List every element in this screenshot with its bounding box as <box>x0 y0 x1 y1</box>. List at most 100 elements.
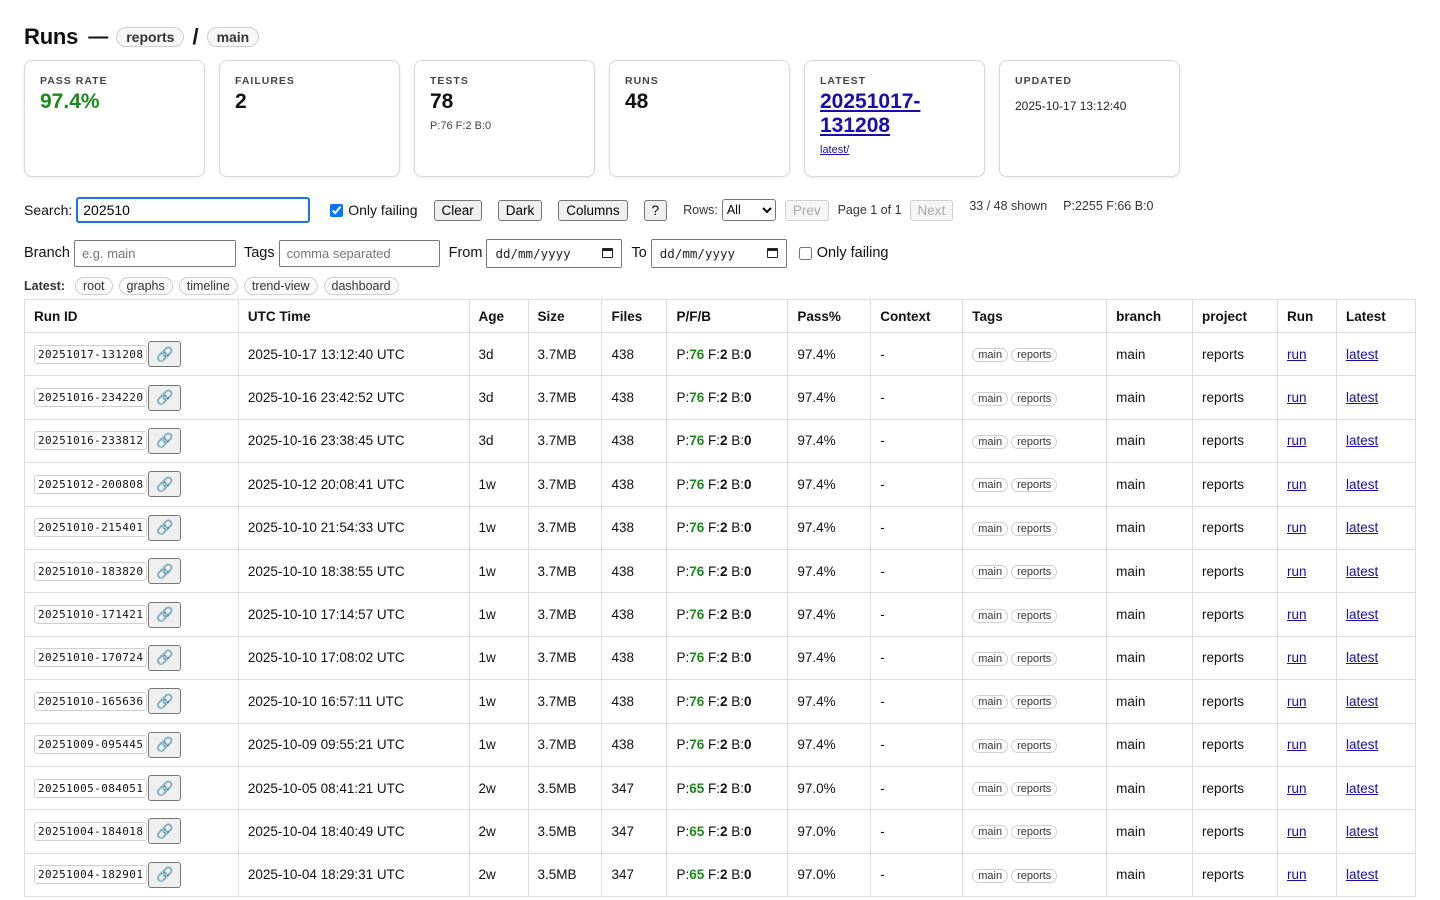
latest-link[interactable]: latest <box>1346 650 1378 665</box>
tag-chip[interactable]: main <box>972 565 1009 580</box>
link-icon[interactable]: 🔗 <box>148 427 182 454</box>
latest-link[interactable]: latest <box>1346 347 1378 362</box>
latest-link[interactable]: latest <box>1346 564 1378 579</box>
only-failing-checkbox[interactable] <box>330 203 344 217</box>
column-header[interactable]: branch <box>1106 299 1194 333</box>
table-row[interactable]: 20251016-234220 🔗 2025-10-16 23:42:52 UTC 3… <box>24 375 1417 420</box>
column-header[interactable]: Tags <box>962 299 1108 333</box>
run-link[interactable]: run <box>1287 433 1307 448</box>
link-icon[interactable]: 🔗 <box>148 818 182 845</box>
tag-chip[interactable]: reports <box>1011 391 1058 406</box>
only-failing-filter-checkbox[interactable] <box>798 246 812 260</box>
latest-link-graphs[interactable]: graphs <box>118 277 173 295</box>
latest-link-timeline[interactable]: timeline <box>178 277 238 295</box>
tag-chip[interactable]: main <box>972 434 1009 449</box>
tag-chip[interactable]: reports <box>1011 782 1058 797</box>
link-icon[interactable]: 🔗 <box>148 514 182 541</box>
run-link[interactable]: run <box>1287 390 1307 405</box>
column-header[interactable]: UTC Time <box>237 299 470 333</box>
latest-link-root[interactable]: root <box>74 277 113 295</box>
rows-select[interactable]: All <box>721 199 776 221</box>
only-failing-toggle[interactable]: Only failing <box>330 202 418 218</box>
latest-link[interactable]: latest <box>1346 824 1378 839</box>
calendar-icon[interactable] <box>602 248 614 258</box>
latest-link[interactable]: latest <box>1346 737 1378 752</box>
tag-chip[interactable]: main <box>972 695 1009 710</box>
column-header[interactable]: Run <box>1276 299 1337 333</box>
link-icon[interactable]: 🔗 <box>148 471 182 498</box>
link-icon[interactable]: 🔗 <box>148 644 182 671</box>
search-input[interactable] <box>76 197 311 223</box>
tag-chip[interactable]: main <box>972 782 1009 797</box>
column-header[interactable]: Age <box>468 299 529 333</box>
table-row[interactable]: 20251010-171421 🔗 2025-10-10 17:14:57 UTC 1… <box>24 592 1417 637</box>
tag-chip[interactable]: reports <box>1011 434 1058 449</box>
table-row[interactable]: 20251017-131208 🔗 2025-10-17 13:12:40 UTC 3… <box>24 331 1417 377</box>
tag-chip[interactable]: main <box>972 478 1009 493</box>
latest-link[interactable]: latest <box>1346 520 1378 535</box>
link-icon[interactable]: 🔗 <box>148 688 182 715</box>
tag-chip[interactable]: reports <box>1011 695 1058 710</box>
run-link[interactable]: run <box>1287 564 1307 579</box>
link-icon[interactable]: 🔗 <box>148 601 182 628</box>
run-link[interactable]: run <box>1287 737 1307 752</box>
branch-filter-input[interactable] <box>73 239 236 267</box>
latest-link[interactable]: latest <box>1346 607 1378 622</box>
run-link[interactable]: run <box>1287 781 1307 796</box>
column-header[interactable]: Files <box>601 299 668 333</box>
latest-run-link[interactable]: 20251017-131208 <box>820 90 920 137</box>
to-date-input[interactable]: dd/mm/yyyy <box>650 238 787 268</box>
tag-chip[interactable]: reports <box>1011 608 1058 623</box>
tag-chip[interactable]: reports <box>1011 348 1058 363</box>
table-row[interactable]: 20251010-183820 🔗 2025-10-10 18:38:55 UTC 1… <box>24 548 1417 594</box>
tag-chip[interactable]: main <box>972 348 1009 363</box>
prev-button[interactable]: Prev <box>784 199 829 221</box>
link-icon[interactable]: 🔗 <box>148 341 182 368</box>
run-link[interactable]: run <box>1287 607 1307 622</box>
latest-link[interactable]: latest <box>1346 694 1378 709</box>
table-row[interactable]: 20251012-200808 🔗 2025-10-12 20:08:41 UTC 1… <box>24 462 1417 507</box>
latest-link[interactable]: latest <box>1346 433 1378 448</box>
dark-mode-button[interactable]: Dark <box>497 199 543 221</box>
run-link[interactable]: run <box>1287 867 1307 882</box>
tag-chip[interactable]: main <box>972 868 1009 883</box>
calendar-icon[interactable] <box>766 248 778 258</box>
table-row[interactable]: 20251010-215401 🔗 2025-10-10 21:54:33 UTC 1… <box>24 505 1417 550</box>
columns-button[interactable]: Columns <box>558 199 628 221</box>
column-header[interactable]: Pass% <box>787 299 872 333</box>
tag-chip[interactable]: reports <box>1011 825 1058 840</box>
project-pill[interactable]: reports <box>116 27 185 47</box>
table-row[interactable]: 20251010-170724 🔗 2025-10-10 17:08:02 UTC 1… <box>24 635 1417 681</box>
branch-pill[interactable]: main <box>206 27 260 47</box>
column-header[interactable]: P/F/B <box>666 299 789 333</box>
run-link[interactable]: run <box>1287 824 1307 839</box>
latest-link[interactable]: latest <box>1346 477 1378 492</box>
column-header[interactable]: Latest <box>1335 299 1417 333</box>
column-header[interactable]: Size <box>527 299 603 333</box>
link-icon[interactable]: 🔗 <box>148 861 182 888</box>
tag-chip[interactable]: main <box>972 608 1009 623</box>
tag-chip[interactable]: reports <box>1011 868 1058 883</box>
column-header[interactable]: Run ID <box>24 299 239 333</box>
next-button[interactable]: Next <box>909 199 954 221</box>
latest-link[interactable]: latest <box>1346 781 1378 796</box>
latest-link[interactable]: latest <box>1346 867 1378 882</box>
latest-link-trend-view[interactable]: trend-view <box>243 277 318 295</box>
only-failing-filter-toggle[interactable]: Only failing <box>798 245 889 261</box>
from-date-input[interactable]: dd/mm/yyyy <box>486 238 623 268</box>
tag-chip[interactable]: reports <box>1011 738 1058 753</box>
latest-link-dashboard[interactable]: dashboard <box>323 277 399 295</box>
latest-link[interactable]: latest <box>1346 390 1378 405</box>
run-link[interactable]: run <box>1287 520 1307 535</box>
run-link[interactable]: run <box>1287 650 1307 665</box>
tag-chip[interactable]: reports <box>1011 521 1058 536</box>
tag-chip[interactable]: reports <box>1011 651 1058 666</box>
table-row[interactable]: 20251009-095445 🔗 2025-10-09 09:55:21 UTC 1… <box>24 722 1417 767</box>
tag-chip[interactable]: reports <box>1011 478 1058 493</box>
table-row[interactable]: 20251004-184018 🔗 2025-10-04 18:40:49 UTC 2… <box>24 809 1417 854</box>
link-icon[interactable]: 🔗 <box>148 384 182 411</box>
tags-filter-input[interactable] <box>278 239 440 267</box>
clear-button[interactable]: Clear <box>433 199 482 221</box>
link-icon[interactable]: 🔗 <box>148 731 182 758</box>
tag-chip[interactable]: main <box>972 391 1009 406</box>
